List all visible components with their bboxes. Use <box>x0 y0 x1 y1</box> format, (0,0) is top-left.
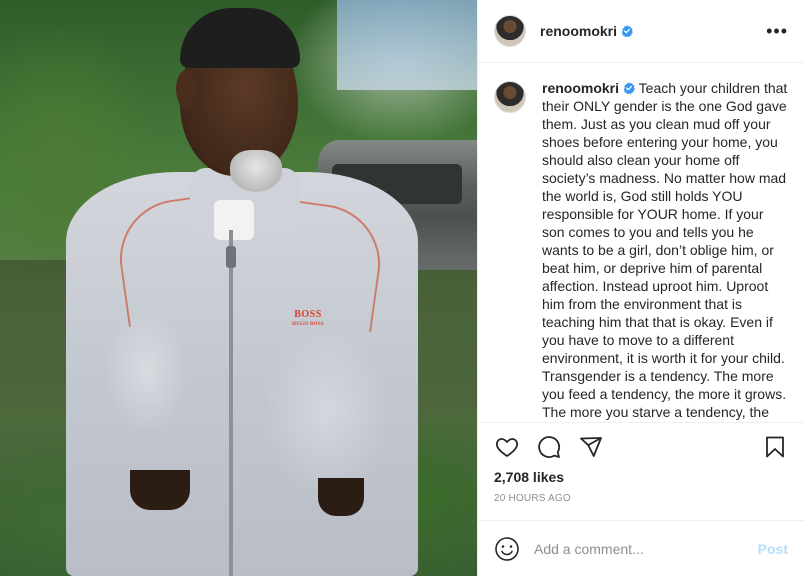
brand-logo: BOSS HUGO BOSS <box>292 310 324 330</box>
action-bar <box>494 423 788 471</box>
zipper-pull <box>226 246 236 268</box>
post-header: renoomokri ••• <box>478 0 804 63</box>
caption-text-block: renoomokri Teach your children that thei… <box>542 79 788 422</box>
bookmark-icon[interactable] <box>762 434 788 460</box>
comments-section[interactable]: renoomokri Teach your children that thei… <box>478 63 804 422</box>
verified-badge-icon <box>621 25 633 37</box>
emoji-icon[interactable] <box>494 536 520 562</box>
more-options-icon[interactable]: ••• <box>766 22 788 40</box>
caption-username-text[interactable]: renoomokri <box>542 80 619 96</box>
hand-in-pocket-right <box>318 478 364 516</box>
heart-icon[interactable] <box>494 434 520 460</box>
person: BOSS HUGO BOSS <box>0 0 477 576</box>
t-shirt <box>214 200 254 240</box>
add-comment-form: Post <box>478 520 804 576</box>
header-username[interactable]: renoomokri <box>540 23 633 39</box>
caption-username[interactable]: renoomokri <box>542 80 635 96</box>
header-username-text[interactable]: renoomokri <box>540 23 617 39</box>
brand-logo-text: BOSS <box>294 309 322 320</box>
hair <box>180 8 300 68</box>
post-side-panel: renoomokri ••• renoomokri Teach your chi… <box>477 0 804 576</box>
caption-text: Teach your children that their ONLY gend… <box>542 80 788 420</box>
avatar[interactable] <box>494 15 526 47</box>
verified-badge-icon <box>623 82 635 94</box>
caption-avatar[interactable] <box>494 81 526 113</box>
post-actions-area: 2,708 likes 20 HOURS AGO <box>478 422 804 504</box>
post-timestamp[interactable]: 20 HOURS AGO <box>494 493 788 504</box>
comment-icon[interactable] <box>536 434 562 460</box>
hand-in-pocket-left <box>130 470 190 510</box>
likes-count[interactable]: 2,708 likes <box>494 469 788 485</box>
caption: renoomokri Teach your children that thei… <box>494 79 788 422</box>
brand-logo-subtext: HUGO BOSS <box>292 322 325 327</box>
instagram-post: BOSS HUGO BOSS renoomokri ••• renoomokri… <box>0 0 804 576</box>
post-comment-button[interactable]: Post <box>758 541 788 557</box>
ear <box>176 70 196 108</box>
zipper <box>229 230 233 576</box>
post-photo[interactable]: BOSS HUGO BOSS <box>0 0 477 576</box>
paper-plane-icon[interactable] <box>578 434 604 460</box>
comment-input[interactable] <box>534 540 758 557</box>
beard <box>230 150 282 192</box>
